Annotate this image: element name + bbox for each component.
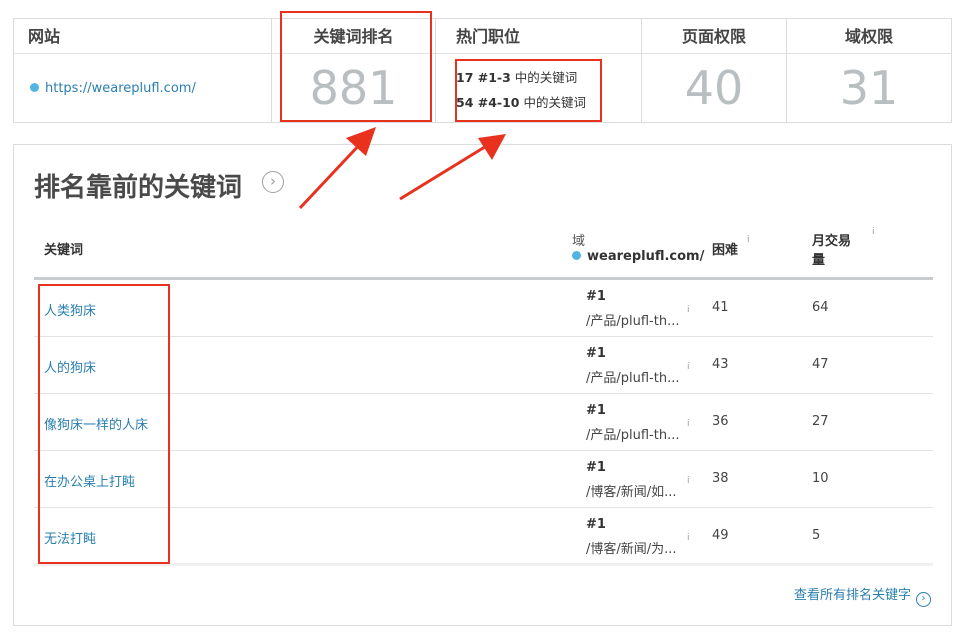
annotation-arrow-2 bbox=[399, 134, 506, 201]
annotation-arrows bbox=[298, 127, 506, 210]
annotation-arrow-1 bbox=[298, 127, 376, 210]
